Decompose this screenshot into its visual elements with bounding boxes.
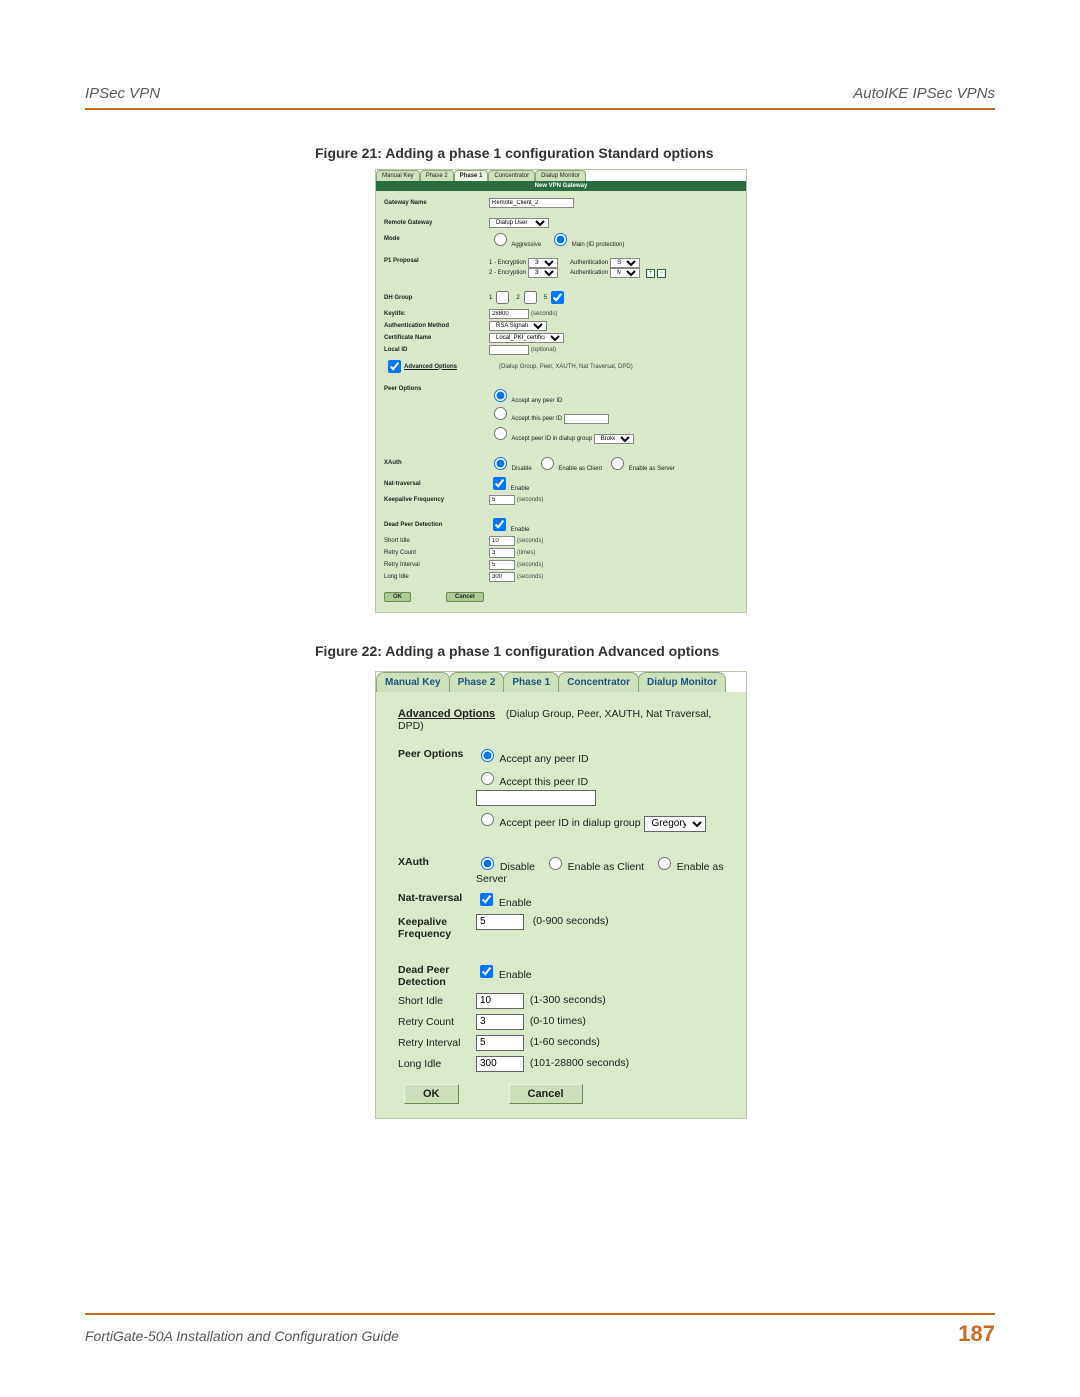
remote-gateway-label: Remote Gateway: [384, 220, 489, 226]
header-right: AutoIKE IPSec VPNs: [853, 85, 995, 102]
page-footer: FortiGate-50A Installation and Configura…: [85, 1313, 995, 1347]
gateway-name-input[interactable]: [489, 198, 574, 208]
peer-any-radio[interactable]: Accept any peer ID: [476, 746, 724, 765]
fig22-tabs: Manual Key Phase 2 Phase 1 Concentrator …: [376, 672, 746, 692]
dpd-enable-check[interactable]: Enable: [489, 515, 529, 534]
peer-group-radio[interactable]: Accept peer ID in dialup group: [489, 436, 592, 442]
add-icon[interactable]: +: [646, 269, 655, 278]
fig21-tabs: Manual Key Phase 2 Phase 1 Concentrator …: [376, 170, 746, 181]
tab-phase2[interactable]: Phase 2: [420, 170, 454, 181]
dh5-check[interactable]: [551, 291, 564, 304]
retry-count-input[interactable]: [489, 548, 515, 558]
dh1-check[interactable]: [496, 291, 509, 304]
dpd-label: Dead Peer Detection: [398, 962, 476, 988]
retry-interval-input[interactable]: [476, 1035, 524, 1051]
xauth-disable-radio[interactable]: Disable: [489, 454, 532, 472]
xauth-client-radio[interactable]: Enable as Client: [544, 861, 644, 873]
fig21-title-bar: New VPN Gateway: [376, 181, 746, 191]
cancel-button[interactable]: Cancel: [509, 1084, 583, 1104]
tab22-manual-key[interactable]: Manual Key: [376, 672, 450, 692]
tab-dialup-monitor[interactable]: Dialup Monitor: [535, 170, 586, 181]
local-id-input[interactable]: [489, 345, 529, 355]
nat-enable-check[interactable]: Enable: [476, 897, 532, 909]
tab-concentrator[interactable]: Concentrator: [488, 170, 535, 181]
remove-icon[interactable]: −: [657, 269, 666, 278]
keepalive-label: Keepalive Frequency: [384, 497, 489, 503]
cancel-button[interactable]: Cancel: [446, 592, 484, 602]
keepalive-input[interactable]: [489, 495, 515, 505]
peer-this-radio[interactable]: Accept this peer ID: [489, 416, 562, 422]
adv-options-heading[interactable]: Advanced Options: [398, 708, 503, 720]
peer-this-input[interactable]: [476, 790, 596, 806]
header-left: IPSec VPN: [85, 85, 160, 102]
long-idle-input[interactable]: [476, 1056, 524, 1072]
cert-name-label: Certificate Name: [384, 335, 489, 341]
remote-gateway-select[interactable]: Dialup User: [489, 218, 549, 228]
mode-label: Mode: [384, 236, 489, 242]
p1-auth2-select[interactable]: MD5: [610, 268, 640, 278]
keylife-label: Keylife:: [384, 311, 489, 317]
local-id-label: Local ID: [384, 347, 489, 353]
figure22-caption: Figure 22: Adding a phase 1 configuratio…: [315, 643, 995, 659]
xauth-label: XAuth: [398, 854, 476, 885]
p1-auth1-select[interactable]: SHA1: [610, 258, 640, 268]
xauth-label: XAuth: [384, 460, 489, 466]
keylife-input[interactable]: [489, 309, 529, 319]
peer-options-label: Peer Options: [398, 746, 476, 760]
tab-phase1[interactable]: Phase 1: [454, 170, 489, 181]
peer-options-label: Peer Options: [384, 386, 489, 392]
dpd-label: Dead Peer Detection: [384, 522, 489, 528]
ok-button[interactable]: OK: [404, 1084, 459, 1104]
peer-group-select[interactable]: Gregory: [644, 816, 706, 832]
peer-this-radio[interactable]: Accept this peer ID: [476, 776, 588, 788]
figure21-screenshot: Manual Key Phase 2 Phase 1 Concentrator …: [375, 169, 747, 613]
nat-label: Nat-traversal: [384, 481, 489, 487]
dh2-check[interactable]: [524, 291, 537, 304]
cert-name-select[interactable]: Local_PKI_certificate: [489, 333, 564, 343]
retry-interval-input[interactable]: [489, 560, 515, 570]
keepalive-input[interactable]: [476, 914, 524, 930]
tab22-phase2[interactable]: Phase 2: [449, 672, 505, 692]
gateway-name-label: Gateway Name: [384, 200, 489, 206]
figure21-caption: Figure 21: Adding a phase 1 configuratio…: [315, 145, 995, 161]
p1-enc2-select[interactable]: 3DES: [528, 268, 558, 278]
peer-group-radio[interactable]: Accept peer ID in dialup group: [476, 817, 641, 829]
tab22-concentrator[interactable]: Concentrator: [558, 672, 639, 692]
peer-group-select[interactable]: Brokers: [594, 434, 634, 444]
xauth-disable-radio[interactable]: Disable: [476, 861, 535, 873]
figure22-screenshot: Manual Key Phase 2 Phase 1 Concentrator …: [375, 671, 747, 1119]
ok-button[interactable]: OK: [384, 592, 411, 602]
retry-count-input[interactable]: [476, 1014, 524, 1030]
keepalive-label: Keepalive Frequency: [398, 914, 476, 940]
mode-aggressive-radio[interactable]: Aggressive: [489, 230, 541, 248]
xauth-client-radio[interactable]: Enable as Client: [536, 454, 602, 472]
footer-title: FortiGate-50A Installation and Configura…: [85, 1328, 399, 1344]
xauth-server-radio[interactable]: Enable as Server: [606, 454, 675, 472]
nat-label: Nat-traversal: [398, 890, 476, 909]
tab22-dialup-monitor[interactable]: Dialup Monitor: [638, 672, 726, 692]
tab-manual-key[interactable]: Manual Key: [376, 170, 420, 181]
p1-enc1-select[interactable]: 3DES: [528, 258, 558, 268]
auth-method-label: Authentication Method: [384, 323, 489, 329]
short-idle-input[interactable]: [489, 536, 515, 546]
auth-method-select[interactable]: RSA Signature: [489, 321, 547, 331]
mode-main-radio[interactable]: Main (ID protection): [549, 230, 624, 248]
dpd-enable-check[interactable]: Enable: [476, 969, 532, 981]
adv-options-check[interactable]: [388, 360, 401, 373]
p1-proposal-label: P1 Proposal: [384, 258, 489, 264]
peer-this-input[interactable]: [564, 414, 609, 424]
adv-options-link[interactable]: Advanced Options: [404, 364, 457, 370]
tab22-phase1[interactable]: Phase 1: [503, 672, 559, 692]
nat-enable-check[interactable]: Enable: [489, 474, 529, 493]
long-idle-input[interactable]: [489, 572, 515, 582]
dh-group-label: DH Group: [384, 295, 489, 301]
page-header: IPSec VPN AutoIKE IPSec VPNs: [85, 85, 995, 110]
footer-page-number: 187: [958, 1321, 995, 1347]
short-idle-input[interactable]: [476, 993, 524, 1009]
